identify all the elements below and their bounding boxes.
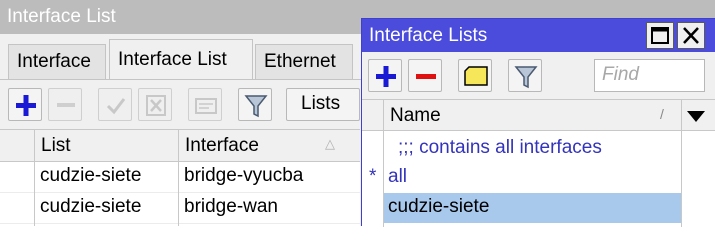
comment-row[interactable]: ;;; contains all interfaces (362, 134, 715, 164)
header-name[interactable]: Name / (383, 100, 681, 132)
header-marker-column[interactable] (0, 130, 34, 162)
header-list[interactable]: List (34, 130, 178, 162)
list-row[interactable]: * all (362, 163, 715, 193)
find-placeholder: Find (602, 64, 639, 85)
restore-button[interactable] (646, 22, 674, 49)
find-input[interactable]: Find (594, 59, 705, 92)
cell-interface: bridge-vyucba (184, 165, 304, 186)
minus-icon (57, 103, 75, 107)
remove-button[interactable] (48, 88, 82, 121)
plus-icon (16, 95, 36, 116)
list-row-selected[interactable]: cudzie-siete (362, 193, 715, 223)
minus-icon (416, 74, 436, 79)
sort-icon: △ (325, 136, 335, 151)
disable-button[interactable] (138, 88, 172, 121)
add-button[interactable] (8, 88, 42, 121)
column-menu-button[interactable] (681, 100, 715, 132)
header-list-label: List (41, 135, 71, 156)
table-header: List Interface △ (0, 129, 360, 162)
cell-list: cudzie-siete (40, 165, 142, 186)
comment-button[interactable] (188, 88, 222, 121)
filter-icon (514, 66, 538, 89)
table-header: Name / (362, 99, 715, 132)
table-row[interactable]: cudzie-siete bridge-vyucba (0, 162, 360, 193)
close-icon (683, 27, 699, 44)
tab-ethernet[interactable]: Ethernet (255, 44, 353, 80)
column-divider (681, 131, 682, 227)
comment-icon (195, 98, 217, 114)
comment-icon (464, 66, 488, 86)
column-resize-icon: / (660, 106, 664, 122)
column-divider (383, 131, 384, 227)
restore-icon (651, 27, 669, 44)
lists-button[interactable]: Lists (286, 88, 360, 121)
filter-icon (244, 95, 268, 118)
row-name: cudzie-siete (388, 196, 490, 217)
cross-icon (146, 95, 166, 116)
tab-interface-list[interactable]: Interface List (109, 39, 253, 81)
cell-interface: bridge-wan (184, 196, 278, 217)
table-body: cudzie-siete bridge-vyucba cudzie-siete … (0, 162, 360, 226)
column-divider (34, 162, 35, 226)
row-name: all (388, 166, 408, 187)
table-body: ;;; contains all interfaces * all cudzie… (362, 131, 715, 227)
interface-lists-window: Interface Lists Find Name / ;;; contains… (361, 18, 715, 227)
tab-label: Interface List (118, 49, 227, 70)
dropdown-icon (687, 111, 705, 122)
header-marker-column[interactable] (362, 100, 383, 132)
check-icon (106, 98, 126, 115)
plus-icon (376, 66, 396, 87)
remove-button[interactable] (408, 59, 442, 92)
lists-button-label: Lists (301, 93, 341, 114)
filter-button[interactable] (508, 59, 542, 92)
tab-label: Interface (17, 51, 91, 72)
window-title: Interface List (7, 6, 116, 27)
header-name-label: Name (390, 105, 441, 126)
cell-list: cudzie-siete (40, 196, 142, 217)
enable-button[interactable] (98, 88, 132, 121)
close-button[interactable] (677, 22, 705, 49)
table-row[interactable]: cudzie-siete bridge-wan (0, 193, 360, 224)
comment-button[interactable] (458, 59, 492, 92)
column-divider (178, 162, 179, 226)
header-interface-label: Interface (185, 135, 259, 156)
tab-interface[interactable]: Interface (8, 44, 106, 80)
filter-button[interactable] (238, 88, 272, 121)
tab-label: Ethernet (264, 51, 336, 72)
row-comment-text: ;;; contains all interfaces (398, 137, 602, 158)
window-titlebar[interactable]: Interface Lists (362, 19, 715, 52)
add-button[interactable] (368, 59, 402, 92)
toolbar: Find (362, 52, 715, 98)
header-interface[interactable]: Interface △ (178, 130, 360, 162)
toolbar: Lists (0, 80, 360, 128)
window-title: Interface Lists (369, 25, 488, 46)
builtin-marker: * (369, 166, 377, 187)
